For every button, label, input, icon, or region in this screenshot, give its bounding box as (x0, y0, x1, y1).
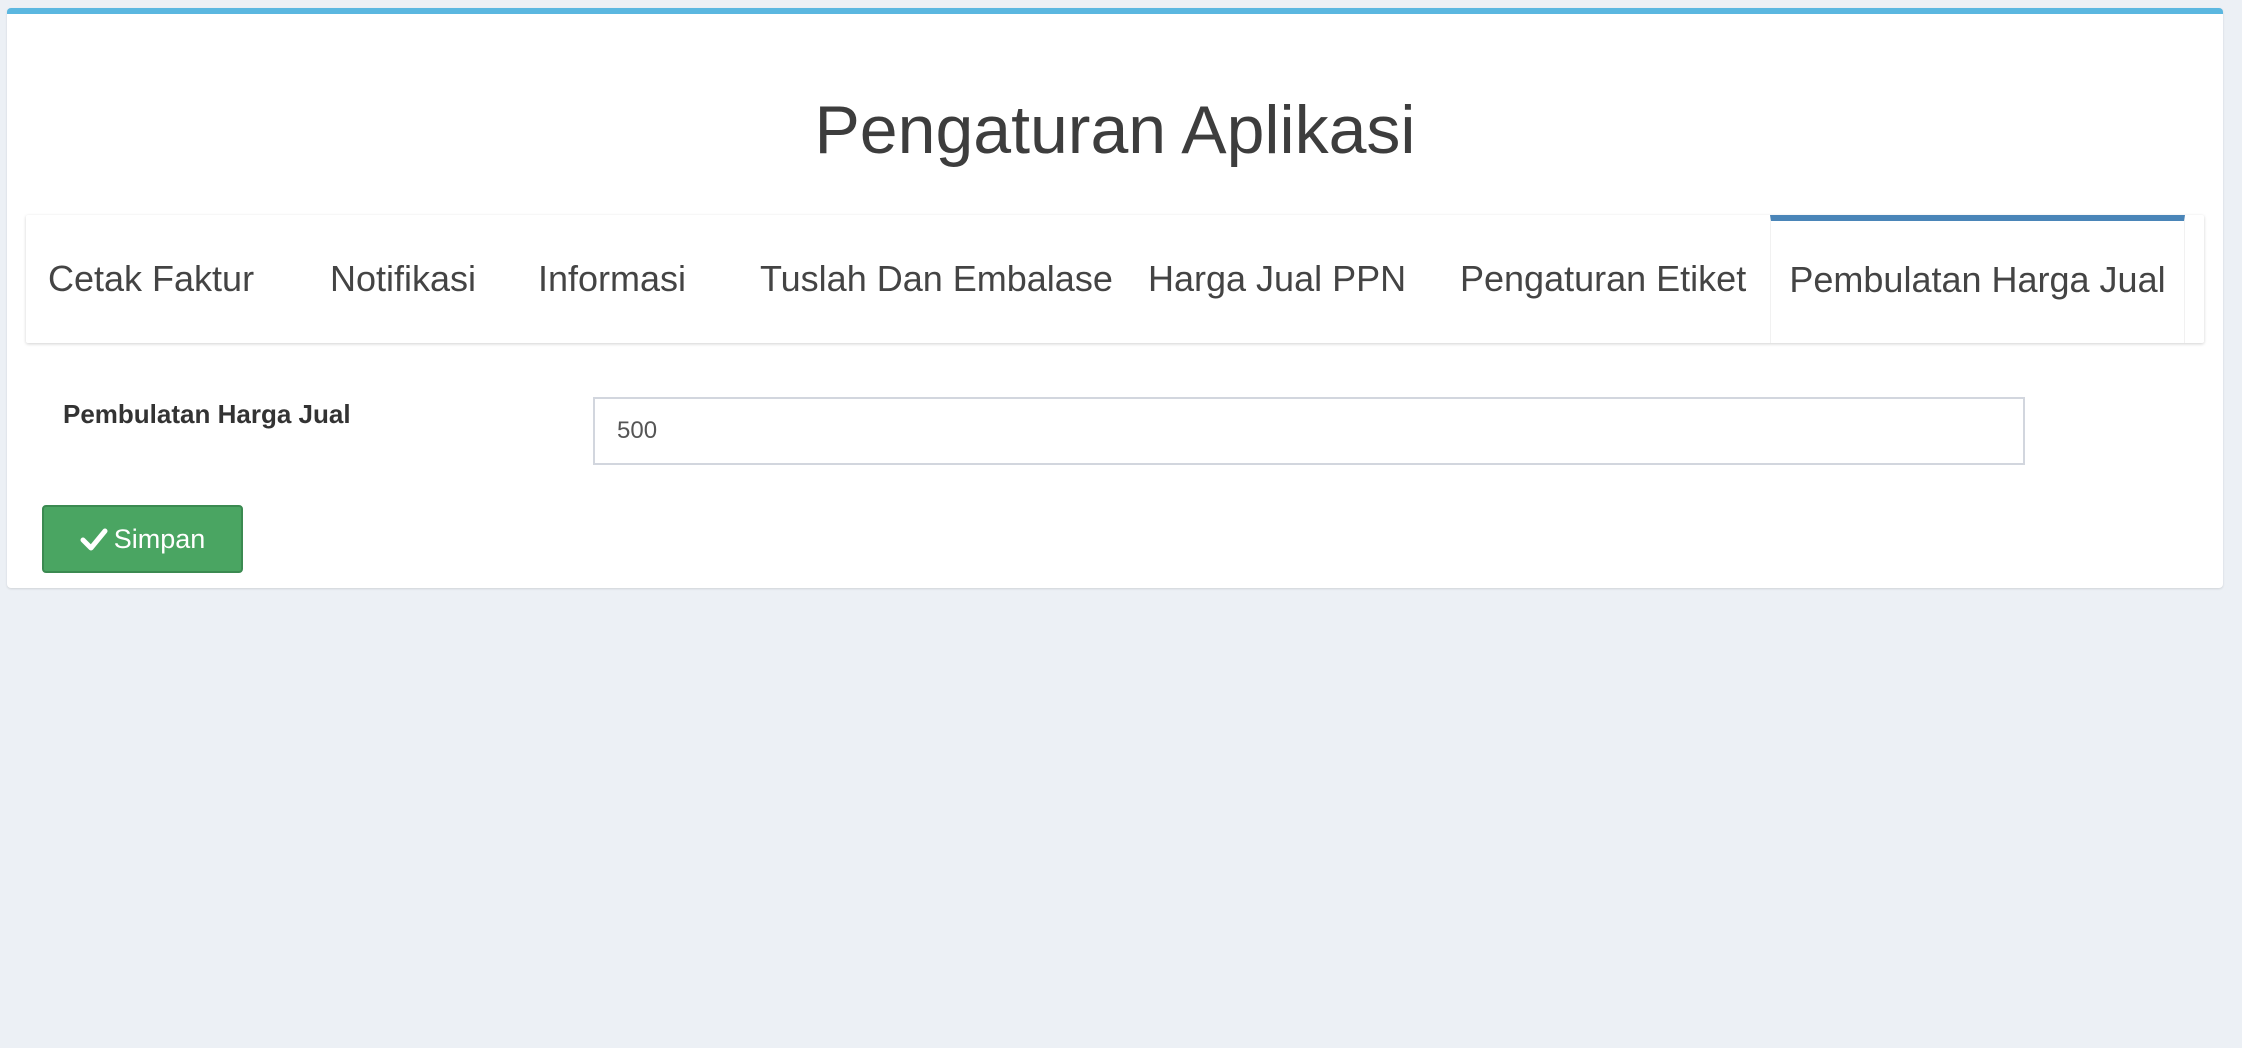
page-title: Pengaturan Aplikasi (814, 92, 1416, 168)
check-icon (80, 525, 108, 553)
tabs-bar: Cetak Faktur Notifikasi Informasi Tuslah… (26, 215, 2204, 343)
settings-box: Pengaturan Aplikasi Cetak Faktur Notifik… (7, 8, 2223, 588)
save-button-label: Simpan (113, 523, 206, 554)
pembulatan-harga-jual-label: Pembulatan Harga Jual (63, 399, 351, 429)
tab-informasi[interactable]: Informasi (536, 215, 688, 343)
pembulatan-harga-jual-input[interactable] (593, 397, 2025, 465)
tab-pembulatan-harga-jual[interactable]: Pembulatan Harga Jual (1770, 215, 2185, 343)
tab-tuslah-dan-embalase[interactable]: Tuslah Dan Embalase (760, 215, 1113, 343)
tab-notifikasi[interactable]: Notifikasi (322, 215, 484, 343)
tab-cetak-faktur[interactable]: Cetak Faktur (48, 215, 254, 343)
save-button[interactable]: Simpan (42, 505, 243, 573)
tab-pengaturan-etiket[interactable]: Pengaturan Etiket (1460, 215, 1746, 343)
tab-harga-jual-ppn[interactable]: Harga Jual PPN (1148, 215, 1406, 343)
